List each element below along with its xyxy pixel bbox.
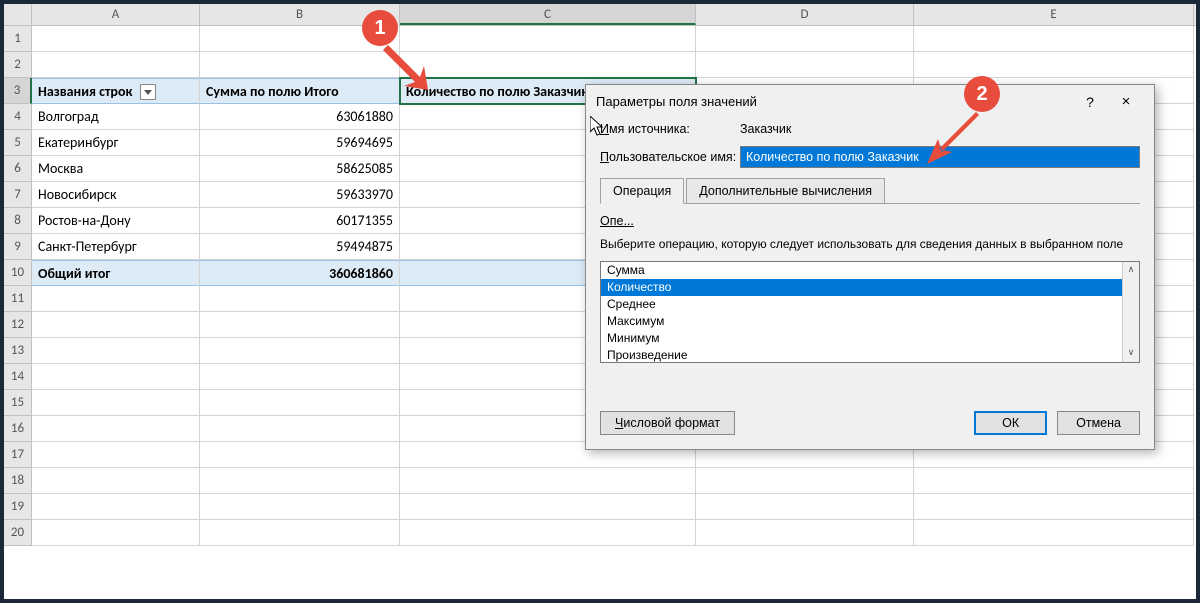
row-header[interactable]: 1 bbox=[4, 26, 31, 52]
row-header[interactable]: 19 bbox=[4, 494, 31, 520]
operation-listbox[interactable]: Сумма Количество Среднее Максимум Миниму… bbox=[601, 262, 1122, 362]
col-header-A[interactable]: A bbox=[32, 4, 200, 25]
ok-button[interactable]: ОК bbox=[974, 411, 1047, 435]
pivot-row-sum[interactable]: 59694695 bbox=[200, 130, 400, 156]
pivot-total-sum[interactable]: 360681860 bbox=[200, 260, 400, 286]
row-header[interactable]: 12 bbox=[4, 312, 31, 338]
listbox-item[interactable]: Минимум bbox=[601, 330, 1122, 347]
arrow-icon bbox=[924, 109, 984, 169]
listbox-item[interactable]: Количество bbox=[601, 279, 1122, 296]
row-headers: 1 2 3 4 5 6 7 8 9 10 11 12 13 14 15 16 1… bbox=[4, 26, 32, 546]
row-header[interactable]: 7 bbox=[4, 182, 31, 208]
listbox-item[interactable]: Максимум bbox=[601, 313, 1122, 330]
source-name-label: Имя источника: bbox=[600, 122, 740, 136]
row-header[interactable]: 16 bbox=[4, 416, 31, 442]
row-header[interactable]: 10 bbox=[4, 260, 31, 286]
col-header-D[interactable]: D bbox=[696, 4, 914, 25]
pivot-row-sum[interactable]: 59494875 bbox=[200, 234, 400, 260]
tab-operation[interactable]: Операция bbox=[600, 178, 684, 204]
number-format-button[interactable]: Числовой формат bbox=[600, 411, 735, 435]
dialog-tabs: Операция Дополнительные вычисления bbox=[600, 178, 1140, 204]
listbox-item[interactable]: Среднее bbox=[601, 296, 1122, 313]
operation-description: Выберите операцию, которую следует испол… bbox=[600, 236, 1140, 253]
pivot-total-label[interactable]: Общий итог bbox=[32, 260, 200, 286]
pivot-row-name[interactable]: Санкт-Петербург bbox=[32, 234, 200, 260]
row-header[interactable]: 15 bbox=[4, 390, 31, 416]
arrow-icon bbox=[380, 42, 430, 92]
row-header[interactable]: 13 bbox=[4, 338, 31, 364]
filter-dropdown-icon[interactable] bbox=[140, 84, 156, 100]
select-all-corner[interactable] bbox=[4, 4, 32, 25]
source-name-value: Заказчик bbox=[740, 122, 791, 136]
callout-badge-1: 1 bbox=[362, 10, 398, 46]
dialog-title: Параметры поля значений bbox=[596, 94, 1072, 109]
listbox-item[interactable]: Произведение bbox=[601, 347, 1122, 362]
pivot-row-sum[interactable]: 60171355 bbox=[200, 208, 400, 234]
cancel-button[interactable]: Отмена bbox=[1057, 411, 1140, 435]
dialog-titlebar[interactable]: Параметры поля значений ? × bbox=[586, 85, 1154, 122]
callout-badge-2: 2 bbox=[964, 76, 1000, 112]
value-field-settings-dialog: Параметры поля значений ? × Имя источник… bbox=[585, 84, 1155, 450]
scroll-up-icon[interactable]: ∧ bbox=[1123, 262, 1139, 279]
row-header[interactable]: 14 bbox=[4, 364, 31, 390]
tab-additional[interactable]: Дополнительные вычисления bbox=[686, 178, 885, 204]
operation-short-label: Опе... bbox=[600, 214, 1140, 228]
pivot-row-sum[interactable]: 63061880 bbox=[200, 104, 400, 130]
pivot-row-name[interactable]: Волгоград bbox=[32, 104, 200, 130]
row-header[interactable]: 5 bbox=[4, 130, 31, 156]
row-header[interactable]: 18 bbox=[4, 468, 31, 494]
close-button[interactable]: × bbox=[1108, 93, 1144, 110]
row-header[interactable]: 20 bbox=[4, 520, 31, 546]
row-header[interactable]: 9 bbox=[4, 234, 31, 260]
col-header-E[interactable]: E bbox=[914, 4, 1194, 25]
pivot-row-name[interactable]: Екатеринбург bbox=[32, 130, 200, 156]
row-header[interactable]: 6 bbox=[4, 156, 31, 182]
row-header[interactable]: 8 bbox=[4, 208, 31, 234]
listbox-scrollbar[interactable]: ∧ ∨ bbox=[1122, 262, 1139, 362]
custom-name-label: Пользовательское имя: bbox=[600, 150, 740, 164]
col-header-C[interactable]: C bbox=[400, 4, 696, 25]
pivot-row-sum[interactable]: 59633970 bbox=[200, 182, 400, 208]
row-header[interactable]: 11 bbox=[4, 286, 31, 312]
row-header[interactable]: 2 bbox=[4, 52, 31, 78]
row-header[interactable]: 17 bbox=[4, 442, 31, 468]
row-header[interactable]: 4 bbox=[4, 104, 31, 130]
pivot-row-name[interactable]: Новосибирск bbox=[32, 182, 200, 208]
column-headers: A B C D E bbox=[4, 4, 1196, 26]
pivot-row-labels-header[interactable]: Названия строк bbox=[32, 78, 200, 104]
pivot-row-name[interactable]: Москва bbox=[32, 156, 200, 182]
scroll-down-icon[interactable]: ∨ bbox=[1123, 345, 1139, 362]
listbox-item[interactable]: Сумма bbox=[601, 262, 1122, 279]
pivot-row-labels-text: Названия строк bbox=[38, 83, 132, 100]
pivot-row-sum[interactable]: 58625085 bbox=[200, 156, 400, 182]
pivot-row-name[interactable]: Ростов-на-Дону bbox=[32, 208, 200, 234]
pivot-sum-header[interactable]: Сумма по полю Итого bbox=[200, 78, 400, 104]
row-header[interactable]: 3 bbox=[4, 78, 32, 104]
help-button[interactable]: ? bbox=[1072, 94, 1108, 110]
